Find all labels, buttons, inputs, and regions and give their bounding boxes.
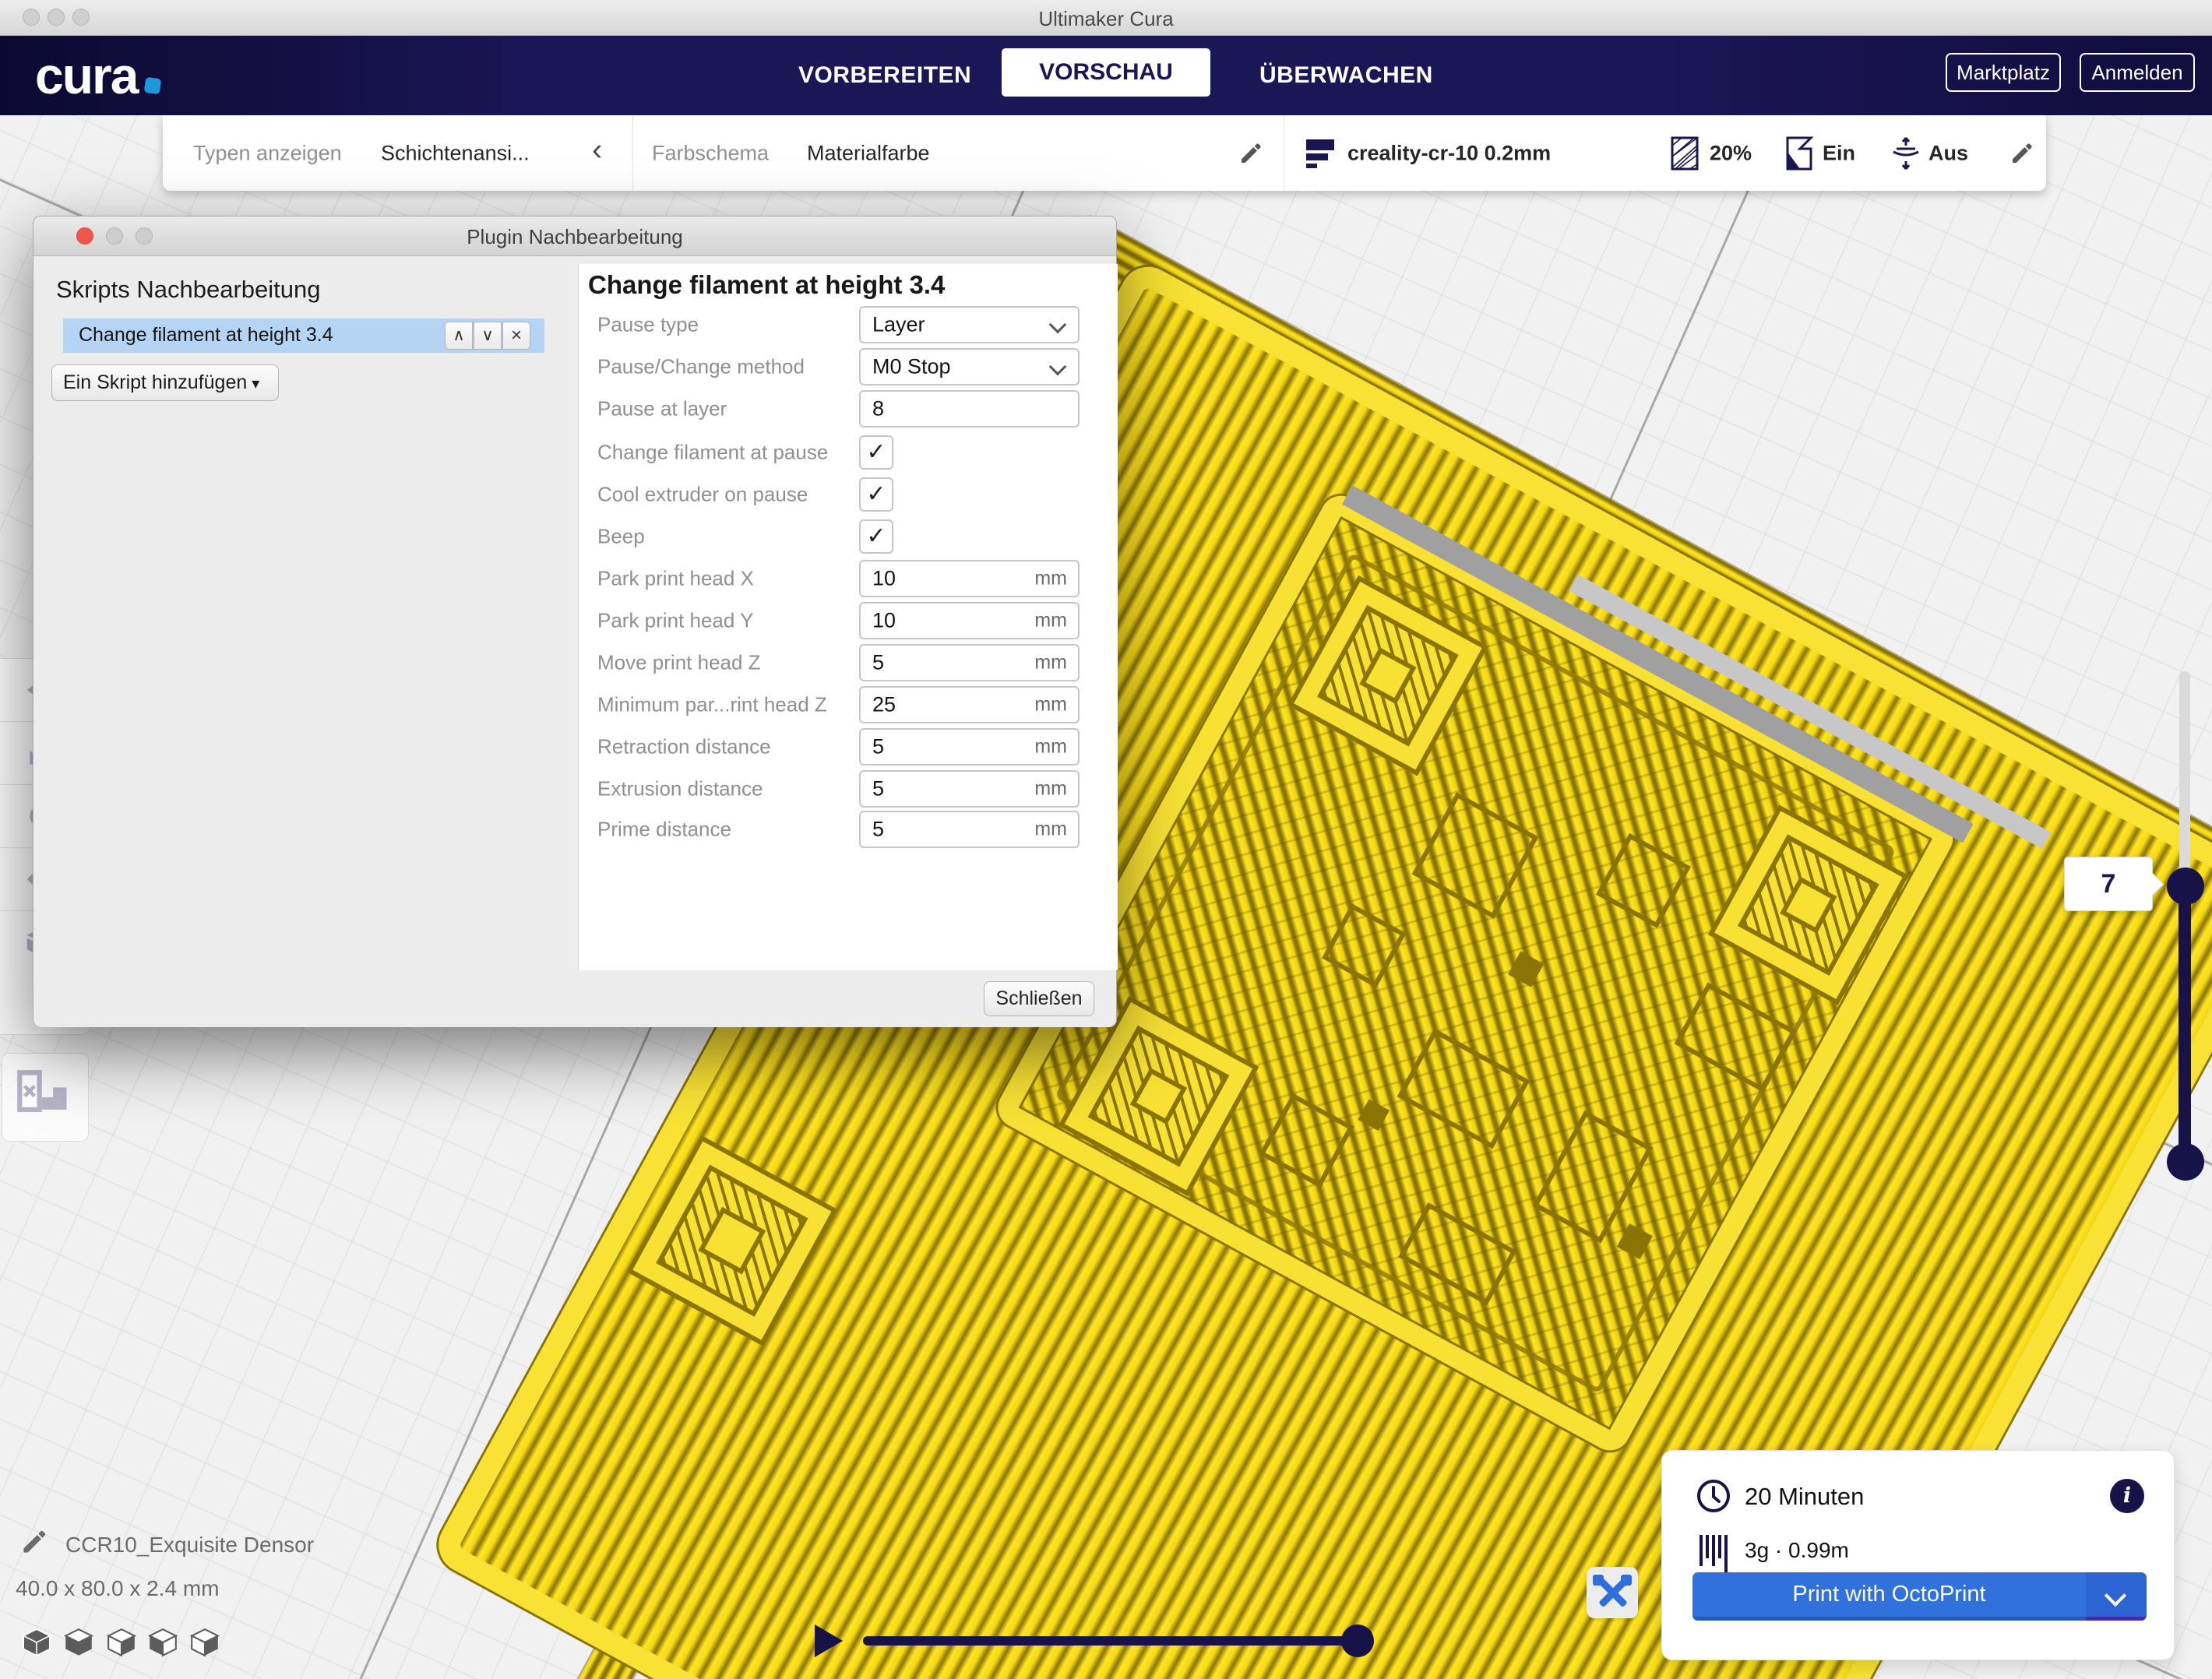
extrusion-distance-input[interactable]: 5mm (859, 770, 1080, 808)
machine-tools-button[interactable] (1587, 1567, 1638, 1618)
cura-logo: cura (35, 46, 160, 105)
layer-slider-handle-bottom[interactable] (2167, 1143, 2204, 1181)
chevron-down-icon (1049, 358, 1067, 376)
scripts-heading: Skripts Nachbearbeitung (56, 276, 320, 304)
print-button-dropdown[interactable] (2086, 1572, 2147, 1621)
dialog-title: Plugin Nachbearbeitung (33, 225, 1116, 249)
chevron-down-icon (2105, 1585, 2126, 1607)
layer-slider-handle-top[interactable] (2167, 868, 2204, 905)
adhesion-value[interactable]: Aus (1928, 141, 1968, 165)
collapse-chevron-icon[interactable]: ‹ (592, 132, 602, 167)
print-button-label[interactable]: Print with OctoPrint (1692, 1572, 2086, 1621)
move-script-down-button[interactable]: ∨ (474, 322, 502, 350)
beep-checkbox[interactable]: ✓ (859, 519, 893, 554)
layer-indicator-value: 7 (2101, 869, 2116, 899)
layer-indicator-tooltip: 7 (2064, 857, 2153, 911)
close-dialog-button[interactable]: Schließen (984, 981, 1094, 1016)
print-time: 20 Minuten (1745, 1483, 1864, 1511)
dropdown-arrow-icon: ▾ (252, 375, 259, 392)
material-usage: 3g · 0.99m (1745, 1538, 1849, 1563)
dialog-footer: Schließen (33, 970, 1116, 1027)
field-label: Prime distance (597, 818, 854, 842)
cool-extruder-checkbox[interactable]: ✓ (859, 477, 893, 512)
printer-profile-icon (1305, 136, 1336, 171)
add-script-dropdown-button[interactable]: Ein Skript hinzufügen▾ (51, 364, 279, 401)
model-name: CCR10_Exquisite Densor (65, 1533, 314, 1558)
field-label: Pause/Change method (597, 355, 854, 379)
infill-value[interactable]: 20% (1710, 141, 1752, 165)
adhesion-icon (1890, 136, 1921, 171)
field-label: Park print head Y (597, 609, 854, 633)
view-type-label: Typen anzeigen (193, 141, 342, 165)
macos-titlebar: Ultimaker Cura (0, 0, 2212, 36)
model-dimensions: 40.0 x 80.0 x 2.4 mm (16, 1576, 219, 1601)
print-with-octoprint-button[interactable]: Print with OctoPrint (1692, 1572, 2147, 1621)
field-label: Change filament at pause (597, 441, 854, 465)
marketplace-button[interactable]: Marktplatz (1946, 53, 2061, 92)
app-header: cura VORBEREITEN VORSCHAU ÜBERWACHEN Mar… (0, 35, 2212, 115)
play-icon[interactable] (815, 1624, 843, 1657)
preview-toolbar: Typen anzeigen Schichtenansi... ‹ Farbsc… (163, 115, 2046, 191)
signin-button[interactable]: Anmelden (2080, 53, 2195, 92)
timeline-slider-track[interactable] (863, 1636, 1368, 1646)
change-filament-checkbox[interactable]: ✓ (859, 435, 893, 470)
tab-ueberwachen[interactable]: ÜBERWACHEN (1259, 57, 1418, 94)
infill-icon (1671, 136, 1699, 171)
view-3d-icon[interactable] (20, 1626, 53, 1659)
layer-slider-range[interactable] (2179, 886, 2191, 1163)
logo-dot-icon (144, 77, 162, 95)
pause-method-dropdown[interactable]: M0 Stop (859, 348, 1080, 385)
rename-pencil-icon[interactable] (20, 1528, 48, 1556)
tool-support-blocker-button[interactable] (2, 1053, 89, 1142)
field-label: Pause at layer (597, 397, 854, 421)
color-scheme-value[interactable]: Materialfarbe (807, 141, 930, 165)
view-right-icon[interactable] (188, 1626, 221, 1659)
window-title: Ultimaker Cura (0, 7, 2212, 31)
field-label: Park print head X (597, 567, 854, 591)
script-name: Change filament at height 3.4 (79, 324, 333, 347)
view-type-value[interactable]: Schichtenansi... (381, 141, 530, 165)
script-settings-heading: Change filament at height 3.4 (588, 270, 945, 300)
clock-icon (1695, 1477, 1732, 1515)
field-label: Beep (597, 525, 854, 549)
color-scheme-label: Farbschema (652, 141, 769, 165)
field-label: Extrusion distance (597, 777, 854, 801)
pause-type-dropdown[interactable]: Layer (859, 306, 1080, 343)
retraction-distance-input[interactable]: 5mm (859, 728, 1080, 766)
pause-at-layer-input[interactable]: 8 (859, 390, 1080, 428)
prime-distance-input[interactable]: 5mm (859, 811, 1080, 848)
move-head-z-input[interactable]: 5mm (859, 644, 1080, 681)
field-label: Move print head Z (597, 651, 854, 675)
chevron-down-icon (1049, 316, 1067, 334)
field-label: Minimum par...rint head Z (597, 693, 854, 717)
timeline-slider-handle[interactable] (1341, 1624, 1374, 1657)
printer-edit-pencil-icon[interactable] (2009, 141, 2034, 166)
qr-code-module (991, 489, 1960, 1458)
script-settings-panel: Change filament at height 3.4 Pause type… (578, 264, 1118, 970)
dialog-titlebar: Plugin Nachbearbeitung (33, 216, 1116, 256)
remove-script-button[interactable]: × (502, 322, 530, 350)
qr-finder-extra (626, 1135, 837, 1346)
tab-vorbereiten[interactable]: VORBEREITEN (798, 57, 949, 94)
field-label: Cool extruder on pause (597, 483, 854, 507)
filament-icon (1698, 1533, 1734, 1574)
post-processing-dialog: Plugin Nachbearbeitung Skripts Nachbearb… (33, 216, 1117, 1027)
edit-pencil-icon[interactable] (1238, 141, 1263, 166)
print-job-panel: 20 Minuten i 3g · 0.99m Print with OctoP… (1661, 1450, 2175, 1660)
info-icon[interactable]: i (2110, 1479, 2144, 1513)
park-head-x-input[interactable]: 10mm (859, 560, 1080, 597)
field-label: Pause type (597, 313, 854, 337)
support-blocker-icon (2, 1068, 88, 1127)
field-label: Retraction distance (597, 735, 854, 759)
support-icon (1784, 136, 1816, 171)
printer-profile-value[interactable]: creality-cr-10 0.2mm (1347, 141, 1551, 165)
park-head-y-input[interactable]: 10mm (859, 602, 1080, 639)
support-value[interactable]: Ein (1823, 141, 1855, 165)
view-front-icon[interactable] (62, 1626, 95, 1659)
tab-vorschau[interactable]: VORSCHAU (1002, 48, 1210, 97)
move-script-up-button[interactable]: ∧ (445, 322, 473, 350)
view-left-icon[interactable] (146, 1626, 179, 1659)
view-top-icon[interactable] (105, 1626, 138, 1659)
minimum-park-head-z-input[interactable]: 25mm (859, 686, 1080, 723)
